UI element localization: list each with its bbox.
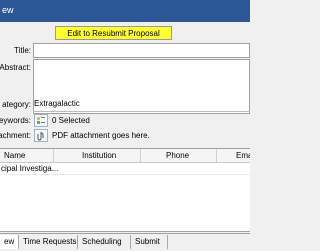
keywords-label: eywords: — [0, 116, 31, 125]
tab-submit[interactable]: Submit — [131, 235, 168, 249]
tab-scheduling[interactable]: Scheduling — [78, 235, 131, 249]
column-divider — [140, 149, 141, 162]
column-header-name[interactable]: Name — [4, 151, 25, 160]
table-row[interactable]: cipal Investiga... — [0, 163, 250, 175]
proposal-form: Edit to Resubmit Proposal Title: Abstrac… — [0, 22, 250, 250]
tab-overview[interactable]: ew — [0, 235, 19, 249]
column-header-email[interactable]: Ema — [236, 151, 250, 160]
category-label: ategory: — [2, 100, 31, 109]
tab-bar: ew Time Requests Scheduling Submit — [0, 233, 250, 251]
category-underline — [33, 111, 250, 112]
cell-name: cipal Investiga... — [1, 164, 59, 173]
table-header: Name Institution Phone Ema — [0, 149, 250, 163]
keywords-value: 0 Selected — [52, 116, 90, 125]
attachment-value: PDF attachment goes here. — [52, 131, 150, 140]
title-input[interactable] — [33, 43, 250, 58]
keywords-icon[interactable] — [34, 114, 48, 127]
edit-to-resubmit-button[interactable]: Edit to Resubmit Proposal — [55, 26, 172, 40]
abstract-label: Abstract: — [0, 63, 31, 72]
column-header-institution[interactable]: Institution — [82, 151, 116, 160]
attachment-icon[interactable] — [34, 129, 48, 142]
tab-time-requests[interactable]: Time Requests — [19, 235, 78, 249]
column-divider — [53, 149, 54, 162]
title-label: Title: — [13, 46, 31, 55]
window-titlebar: ew — [0, 0, 250, 22]
category-select[interactable]: Extragalactic — [34, 99, 80, 108]
investigators-table: Name Institution Phone Ema cipal Investi… — [0, 148, 250, 232]
column-header-phone[interactable]: Phone — [166, 151, 189, 160]
attachment-label: ttachment: — [0, 131, 31, 140]
window-title: ew — [2, 5, 14, 15]
column-divider — [216, 149, 217, 162]
